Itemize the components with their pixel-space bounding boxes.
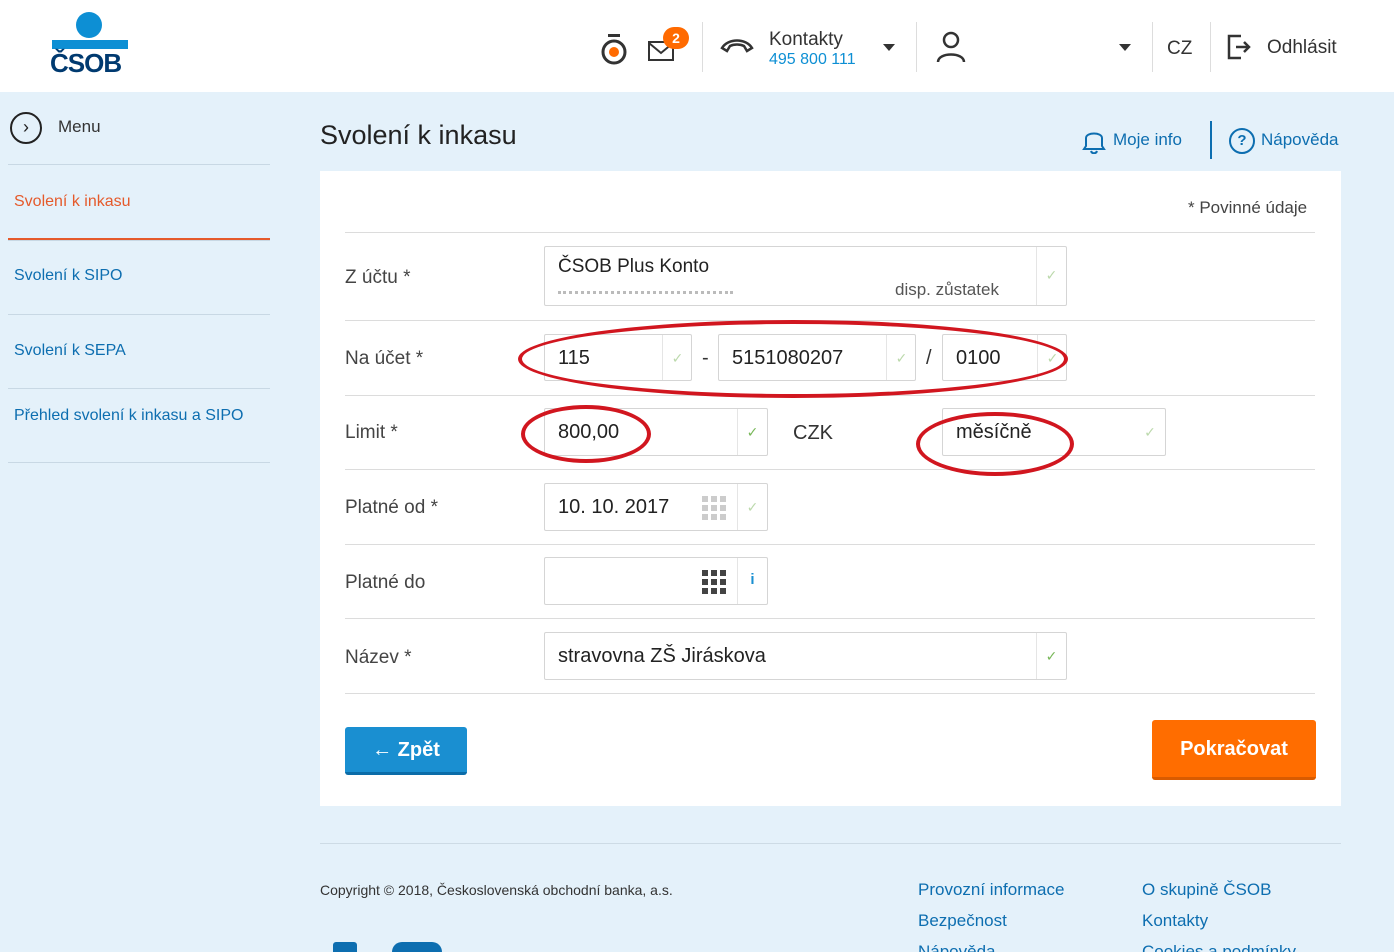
header-divider xyxy=(702,22,703,72)
valid-from-input[interactable]: 10. 10. 2017 ✓ xyxy=(544,483,768,531)
header-divider xyxy=(1152,22,1153,72)
menu-label[interactable]: Menu xyxy=(58,117,101,137)
contacts-dropdown-icon[interactable] xyxy=(883,44,895,51)
header-divider xyxy=(1210,22,1211,72)
row-divider xyxy=(345,544,1315,545)
limit-label: Limit * xyxy=(345,422,398,443)
calendar-icon[interactable] xyxy=(702,496,726,520)
from-account-select[interactable]: ČSOB Plus Konto disp. zůstatek ✓ xyxy=(544,246,1067,306)
notification-badge: 2 xyxy=(663,27,689,49)
valid-from-value: 10. 10. 2017 xyxy=(558,496,670,518)
balance-label: disp. zůstatek xyxy=(895,280,999,299)
required-note: * Povinné údaje xyxy=(1188,198,1308,217)
logo-ball xyxy=(76,12,102,38)
sidebar-item-svoleni-k-sepa[interactable]: Svolení k SEPA xyxy=(8,314,270,388)
moje-info-link[interactable]: Moje info xyxy=(1113,130,1182,150)
check-icon: ✓ xyxy=(1036,247,1066,305)
footer-link-bezpecnost[interactable]: Bezpečnost xyxy=(918,911,1007,931)
row-divider xyxy=(345,232,1315,233)
page-title: Svolení k inkasu xyxy=(320,120,517,150)
name-input[interactable]: stravovna ZŠ Jiráskova ✓ xyxy=(544,632,1067,680)
sidebar-item-svoleni-k-sipo[interactable]: Svolení k SIPO xyxy=(8,240,270,314)
check-icon: ✓ xyxy=(1144,424,1156,440)
row-divider xyxy=(345,693,1315,694)
footer-link-cookies[interactable]: Cookies a podmínky xyxy=(1142,942,1296,952)
user-dropdown-icon[interactable] xyxy=(1119,44,1131,51)
from-account-value: ČSOB Plus Konto xyxy=(558,256,710,277)
annotation-ellipse-period xyxy=(916,412,1074,476)
check-icon: ✓ xyxy=(737,484,767,530)
top-link-divider xyxy=(1210,121,1212,159)
to-account-label: Na účet * xyxy=(345,348,424,369)
language-switch[interactable]: CZ xyxy=(1167,38,1192,60)
header: ČSOB 2 Kontakty 495 800 111 CZ Odhlásit xyxy=(0,0,1394,92)
logout-link[interactable]: Odhlásit xyxy=(1267,37,1337,59)
help-icon[interactable]: ? xyxy=(1229,128,1255,154)
check-icon: ✓ xyxy=(737,409,767,455)
name-label: Název * xyxy=(345,647,412,668)
annotation-ellipse-account xyxy=(518,320,1068,398)
help-link[interactable]: Nápověda xyxy=(1261,130,1339,150)
footer-link-o-skupine[interactable]: O skupině ČSOB xyxy=(1142,880,1271,900)
info-icon[interactable]: i xyxy=(737,558,767,604)
copyright-text: Copyright © 2018, Československá obchodn… xyxy=(320,882,673,898)
footer-link-provozni-informace[interactable]: Provozní informace xyxy=(918,880,1064,900)
valid-from-label: Platné od * xyxy=(345,497,438,518)
youtube-icon[interactable] xyxy=(392,942,442,952)
from-account-number-redacted xyxy=(558,291,733,294)
sidebar-item-svoleni-k-inkasu[interactable]: Svolení k inkasu xyxy=(8,164,270,240)
name-value: stravovna ZŠ Jiráskova xyxy=(558,645,766,667)
footer-link-kontakty[interactable]: Kontakty xyxy=(1142,911,1208,931)
timer-icon[interactable] xyxy=(598,32,630,66)
annotation-ellipse-limit xyxy=(521,405,651,463)
row-divider xyxy=(345,618,1315,619)
valid-to-label: Platné do xyxy=(345,572,426,593)
user-icon[interactable] xyxy=(935,30,967,64)
facebook-icon[interactable] xyxy=(333,942,357,952)
footer-divider xyxy=(320,843,1341,844)
sidebar-item-prehled-svoleni[interactable]: Přehled svolení k inkasu a SIPO xyxy=(8,388,270,463)
currency-label: CZK xyxy=(793,422,833,444)
valid-to-input[interactable]: i xyxy=(544,557,768,605)
back-button[interactable]: ← Zpět xyxy=(345,727,467,775)
footer-link-napoveda[interactable]: Nápověda xyxy=(918,942,996,952)
header-divider xyxy=(916,22,917,72)
csob-logo[interactable]: ČSOB xyxy=(50,12,130,78)
row-divider xyxy=(345,469,1315,470)
logout-icon[interactable] xyxy=(1226,32,1252,62)
check-icon: ✓ xyxy=(1036,633,1066,679)
from-account-label: Z účtu * xyxy=(345,267,411,288)
continue-button[interactable]: Pokračovat xyxy=(1152,720,1316,780)
logo-text: ČSOB xyxy=(50,48,122,78)
contacts-label[interactable]: Kontakty xyxy=(769,29,843,51)
menu-toggle-icon[interactable]: › xyxy=(10,112,42,144)
phone-icon xyxy=(720,39,754,53)
bell-icon[interactable] xyxy=(1082,126,1106,154)
contacts-phone[interactable]: 495 800 111 xyxy=(769,51,856,69)
calendar-icon[interactable] xyxy=(702,570,726,594)
